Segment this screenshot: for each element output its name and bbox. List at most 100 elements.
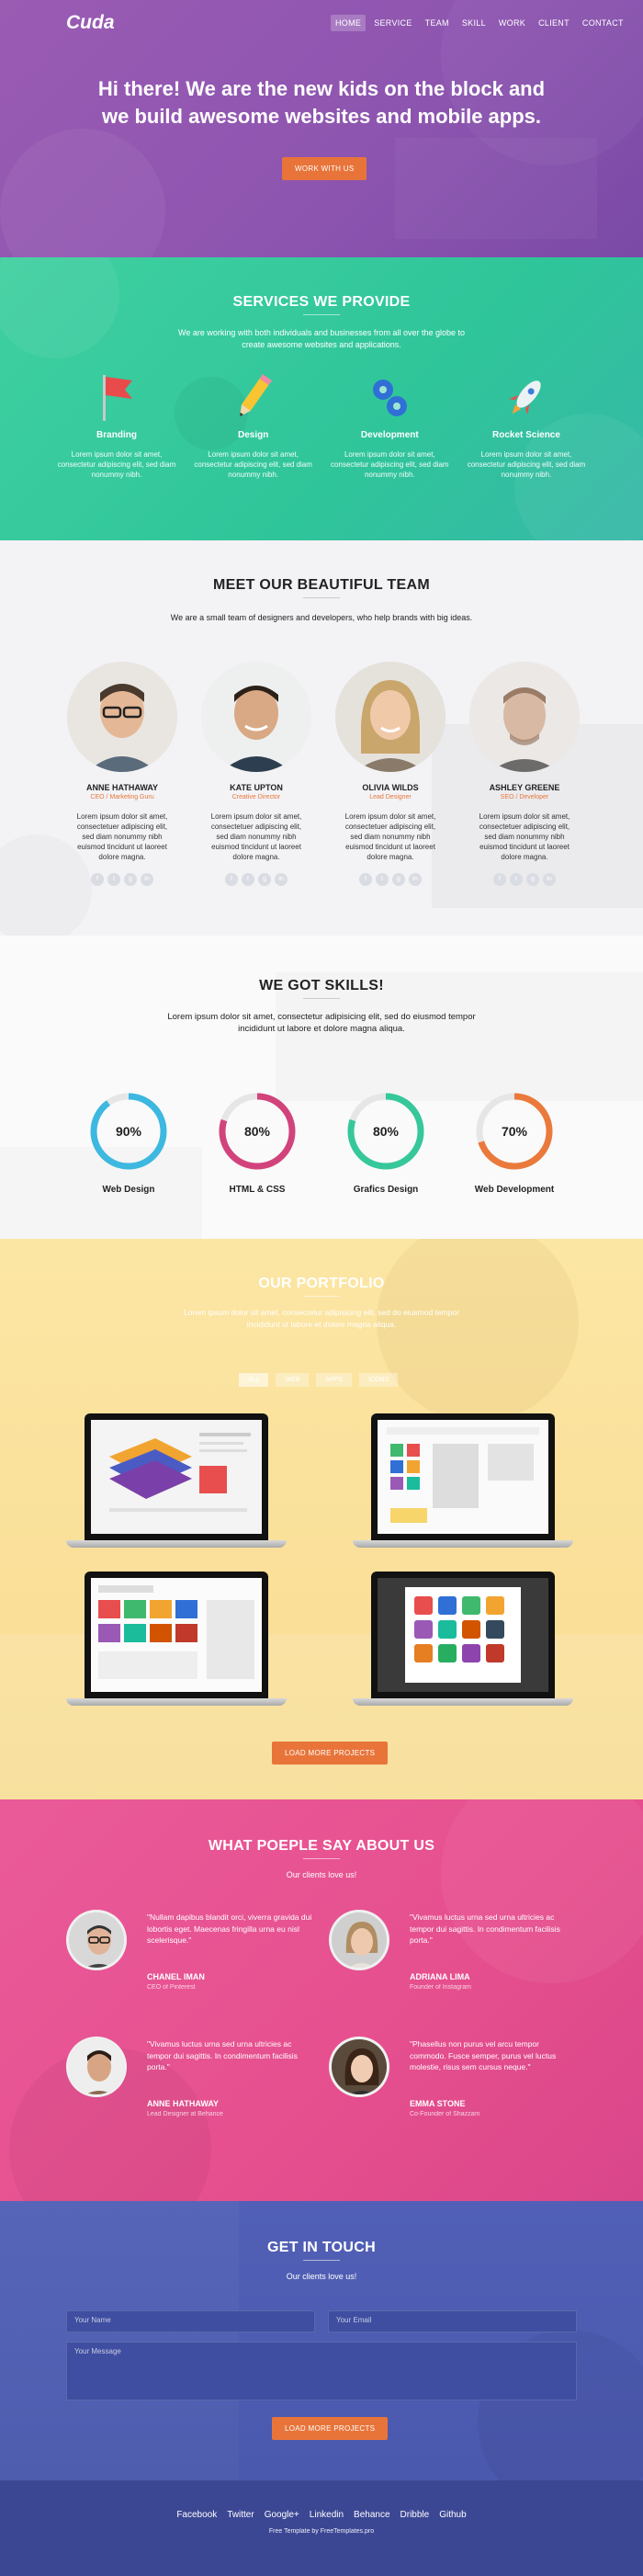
- filter-apps[interactable]: APPS: [316, 1373, 353, 1387]
- service-branding: Branding Lorem ipsum dolor sit amet, con…: [57, 368, 176, 480]
- filter-icons[interactable]: ICONS: [359, 1373, 399, 1387]
- team-list: ANNE HATHAWAY CEO / Marketing Guru Lorem…: [66, 662, 581, 886]
- nav-client[interactable]: CLIENT: [534, 15, 574, 31]
- google-plus-icon[interactable]: g: [392, 873, 405, 886]
- nav-skill[interactable]: SKILL: [457, 15, 491, 31]
- member-name: OLIVIA WILDS: [362, 783, 419, 792]
- services-subtitle-line1: We are working with both individuals and…: [177, 328, 465, 337]
- testimonial-position: Founder of Instagram: [410, 1984, 471, 1991]
- contact-subtitle: Our clients love us!: [286, 2272, 357, 2281]
- linkedin-icon[interactable]: in: [543, 873, 556, 886]
- avatar: [67, 662, 177, 772]
- linkedin-icon[interactable]: in: [409, 873, 422, 886]
- team-member: OLIVIA WILDS Lead Designer Lorem ipsum d…: [334, 662, 446, 886]
- portfolio-item[interactable]: [66, 1572, 287, 1709]
- nav-team[interactable]: TEAM: [421, 15, 454, 31]
- services-list: Branding Lorem ipsum dolor sit amet, con…: [57, 368, 586, 480]
- portfolio-item[interactable]: [66, 1413, 287, 1551]
- service-title: Design: [237, 430, 269, 440]
- facebook-icon[interactable]: f: [493, 873, 506, 886]
- testimonials-title: WHAT POEPLE SAY ABOUT US: [208, 1838, 435, 1854]
- team-member: ASHLEY GREENE SEO / Developer Lorem ipsu…: [468, 662, 581, 886]
- brand-logo[interactable]: Cuda: [66, 12, 115, 34]
- service-design: Design Lorem ipsum dolor sit amet, conse…: [194, 368, 313, 480]
- google-plus-icon[interactable]: g: [124, 873, 137, 886]
- contact-divider: [303, 2260, 340, 2261]
- member-name: KATE UPTON: [230, 783, 283, 792]
- twitter-icon[interactable]: t: [510, 873, 523, 886]
- filter-all[interactable]: ALL: [239, 1373, 269, 1387]
- member-bio: Lorem ipsum dolor sit amet, consectetuer…: [76, 812, 168, 861]
- facebook-icon[interactable]: f: [225, 873, 238, 886]
- portfolio-divider: [303, 1296, 340, 1297]
- avatar: [329, 2037, 389, 2097]
- services-title: SERVICES WE PROVIDE: [232, 294, 411, 310]
- portfolio-item[interactable]: [353, 1572, 573, 1709]
- testimonials-section: WHAT POEPLE SAY ABOUT US Our clients lov…: [0, 1799, 643, 2201]
- skill-gauge: 70%: [476, 1093, 553, 1170]
- testimonials-divider: [303, 1858, 340, 1859]
- linkedin-icon[interactable]: in: [141, 873, 153, 886]
- twitter-icon[interactable]: t: [242, 873, 254, 886]
- contact-section: GET IN TOUCH Our clients love us! Your N…: [0, 2201, 643, 2480]
- skills-section: WE GOT SKILLS! Lorem ipsum dolor sit ame…: [0, 936, 643, 1239]
- nav-home[interactable]: HOME: [331, 15, 367, 31]
- footer-link-google-plus[interactable]: Google+: [265, 2510, 299, 2520]
- avatar: [66, 2037, 127, 2097]
- avatar: [329, 1910, 389, 1970]
- google-plus-icon[interactable]: g: [258, 873, 271, 886]
- footer-link-twitter[interactable]: Twitter: [227, 2510, 254, 2520]
- testimonial-position: Lead Designer at Behance: [147, 2111, 223, 2117]
- team-subtitle: We are a small team of designers and dev…: [170, 613, 473, 622]
- footer-link-linkedin[interactable]: Linkedin: [310, 2510, 344, 2520]
- member-name: ANNE HATHAWAY: [85, 783, 158, 792]
- email-field[interactable]: Your Email: [328, 2310, 577, 2332]
- testimonial: "Vivamus luctus urna sed urna ultricies …: [66, 2037, 314, 2138]
- work-with-us-button[interactable]: WORK WITH US: [282, 157, 367, 180]
- project-thumbnail: [91, 1420, 262, 1534]
- skill-label: Web Development: [474, 1185, 555, 1195]
- google-plus-icon[interactable]: g: [526, 873, 539, 886]
- avatar: [201, 662, 311, 772]
- testimonial-quote: "Nullam dapibus blandit orci, viverra gr…: [147, 1912, 312, 1945]
- team-divider: [303, 597, 340, 598]
- message-field[interactable]: Your Message: [66, 2342, 577, 2400]
- rocket-icon: [467, 368, 586, 423]
- skills-subtitle-line2: incididunt ut labore et dolore magna ali…: [238, 1024, 405, 1034]
- skill-gauge: 90%: [90, 1093, 167, 1170]
- nav-work[interactable]: WORK: [494, 15, 530, 31]
- twitter-icon[interactable]: t: [376, 873, 389, 886]
- filter-web[interactable]: WEB: [276, 1373, 310, 1387]
- footer-link-github[interactable]: Github: [439, 2510, 466, 2520]
- name-field[interactable]: Your Name: [66, 2310, 315, 2332]
- skills-subtitle: Lorem ipsum dolor sit amet, consectetur …: [138, 1011, 505, 1035]
- portfolio-item[interactable]: [353, 1413, 573, 1551]
- member-socials: f t g in: [66, 873, 178, 886]
- load-more-projects-button[interactable]: LOAD MORE PROJECTS: [272, 1742, 389, 1765]
- testimonials-subtitle: Our clients love us!: [286, 1870, 357, 1879]
- footer-link-behance[interactable]: Behance: [354, 2510, 389, 2520]
- nav-contact[interactable]: CONTACT: [578, 15, 628, 31]
- footer-link-dribble[interactable]: Dribble: [400, 2510, 430, 2520]
- testimonial-name: ANNE HATHAWAY: [147, 2099, 220, 2108]
- footer-social-links: Facebook Twitter Google+ Linkedin Behanc…: [0, 2510, 643, 2520]
- member-name: ASHLEY GREENE: [489, 783, 560, 792]
- linkedin-icon[interactable]: in: [275, 873, 288, 886]
- skills-list: 90% Web Design 80% HTML & CSS 80% Grafic…: [83, 1090, 560, 1195]
- portfolio-section: OUR PORTFOLIO Lorem ipsum dolor sit amet…: [0, 1239, 643, 1799]
- contact-submit-button[interactable]: LOAD MORE PROJECTS: [272, 2417, 389, 2440]
- service-title: Rocket Science: [492, 430, 560, 440]
- facebook-icon[interactable]: f: [359, 873, 372, 886]
- nav-service[interactable]: SERVICE: [369, 15, 416, 31]
- service-text: Lorem ipsum dolor sit amet, consectetur …: [467, 450, 586, 479]
- twitter-icon[interactable]: t: [107, 873, 120, 886]
- facebook-icon[interactable]: f: [91, 873, 104, 886]
- testimonial-name: CHANEL IMAN: [147, 1972, 205, 1981]
- skill-value: 80%: [244, 1124, 271, 1139]
- footer-link-facebook[interactable]: Facebook: [176, 2510, 217, 2520]
- hero-headline: Hi there! We are the new kids on the blo…: [0, 75, 643, 131]
- testimonial-name: ADRIANA LIMA: [410, 1972, 470, 1981]
- hero-headline-line1: Hi there! We are the new kids on the blo…: [97, 77, 546, 100]
- testimonial-quote: "Phasellus non purus vel arcu tempor com…: [410, 2039, 557, 2071]
- portfolio-title: OUR PORTFOLIO: [258, 1276, 385, 1291]
